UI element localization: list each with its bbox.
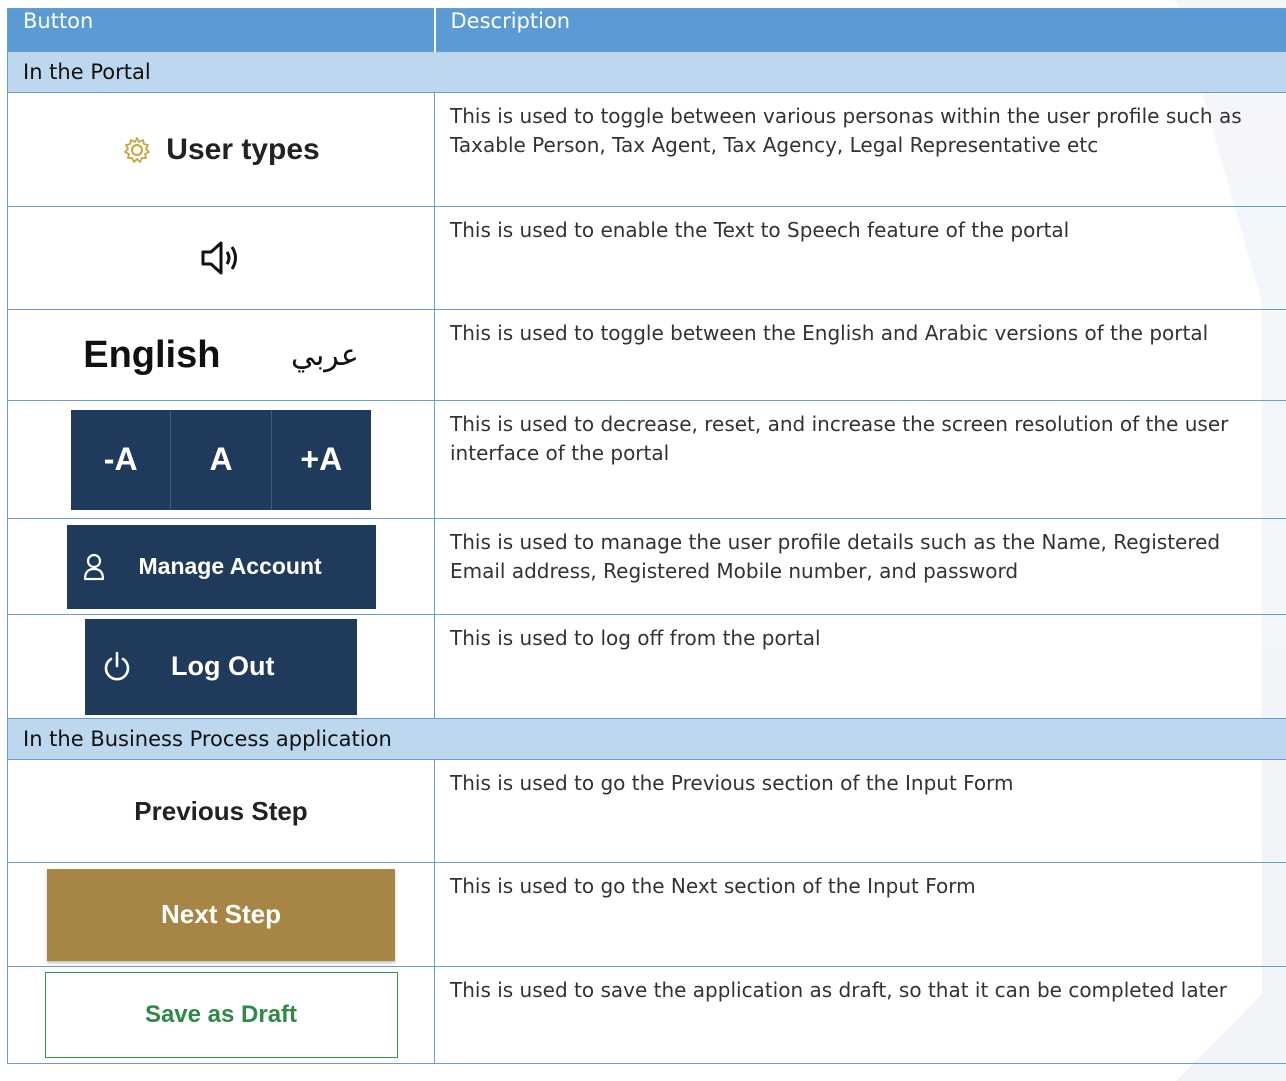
description-cell: This is used to enable the Text to Speec… [434, 206, 1286, 310]
manage-account-button[interactable]: Manage Account [66, 524, 376, 609]
description-cell: This is used to toggle between the Engli… [434, 309, 1286, 401]
button-cell: Previous Step [7, 759, 435, 863]
description-cell: This is used to save the application as … [434, 966, 1286, 1064]
table-row: Save as Draft This is used to save the a… [7, 966, 1286, 1064]
manage-account-label: Manage Account [138, 553, 322, 579]
button-cell: User types [7, 92, 435, 207]
log-out-button[interactable]: Log Out [85, 618, 357, 715]
description-cell: This is used to toggle between various p… [434, 92, 1286, 207]
table-row: This is used to enable the Text to Speec… [7, 206, 1286, 310]
reset-font-button[interactable]: A [171, 409, 272, 510]
user-types-label: User types [166, 132, 320, 166]
table-row: -A A +A This is used to decrease, reset,… [7, 400, 1286, 519]
font-size-controls: -A A +A [71, 409, 371, 510]
button-cell: Manage Account [7, 518, 435, 615]
button-cell: Next Step [7, 862, 435, 967]
section-row-portal: In the Portal [7, 51, 1286, 93]
button-cell: Log Out [7, 614, 435, 719]
save-as-draft-button[interactable]: Save as Draft [44, 972, 398, 1058]
english-button[interactable]: English [83, 334, 220, 377]
button-cell: -A A +A [7, 400, 435, 519]
section-title: In the Business Process application [7, 718, 1286, 760]
next-step-button[interactable]: Next Step [47, 868, 395, 961]
description-cell: This is used to go the Previous section … [434, 759, 1286, 863]
description-cell: This is used to go the Next section of t… [434, 862, 1286, 967]
button-cell: English عربي [7, 309, 435, 401]
power-icon [103, 651, 131, 683]
table-row: User types This is used to toggle betwee… [7, 92, 1286, 207]
description-cell: This is used to log off from the portal [434, 614, 1286, 719]
table-row: Next Step This is used to go the Next se… [7, 862, 1286, 967]
header-description: Description [434, 8, 1286, 52]
section-title: In the Portal [7, 51, 1286, 93]
language-toggle: English عربي [8, 334, 434, 377]
button-reference-table: Button Description In the Portal User ty… [7, 8, 1286, 1064]
table-row: English عربي This is used to toggle betw… [7, 309, 1286, 401]
description-cell: This is used to decrease, reset, and inc… [434, 400, 1286, 519]
description-cell: This is used to manage the user profile … [434, 518, 1286, 615]
button-cell: Save as Draft [7, 966, 435, 1064]
table-row: Previous Step This is used to go the Pre… [7, 759, 1286, 863]
arabic-button[interactable]: عربي [291, 338, 359, 373]
user-icon [83, 553, 105, 581]
user-types-button[interactable]: User types [122, 132, 320, 167]
table-row: Manage Account This is used to manage th… [7, 518, 1286, 615]
section-row-business-process: In the Business Process application [7, 718, 1286, 760]
button-cell [7, 206, 435, 310]
log-out-label: Log Out [171, 651, 275, 681]
header-button: Button [7, 8, 436, 52]
decrease-font-button[interactable]: -A [71, 409, 172, 510]
table-header-row: Button Description [7, 8, 1286, 52]
speaker-icon[interactable] [200, 238, 242, 278]
table-row: Log Out This is used to log off from the… [7, 614, 1286, 719]
increase-font-button[interactable]: +A [272, 410, 371, 510]
gear-icon [122, 135, 152, 165]
previous-step-button[interactable]: Previous Step [134, 796, 307, 827]
